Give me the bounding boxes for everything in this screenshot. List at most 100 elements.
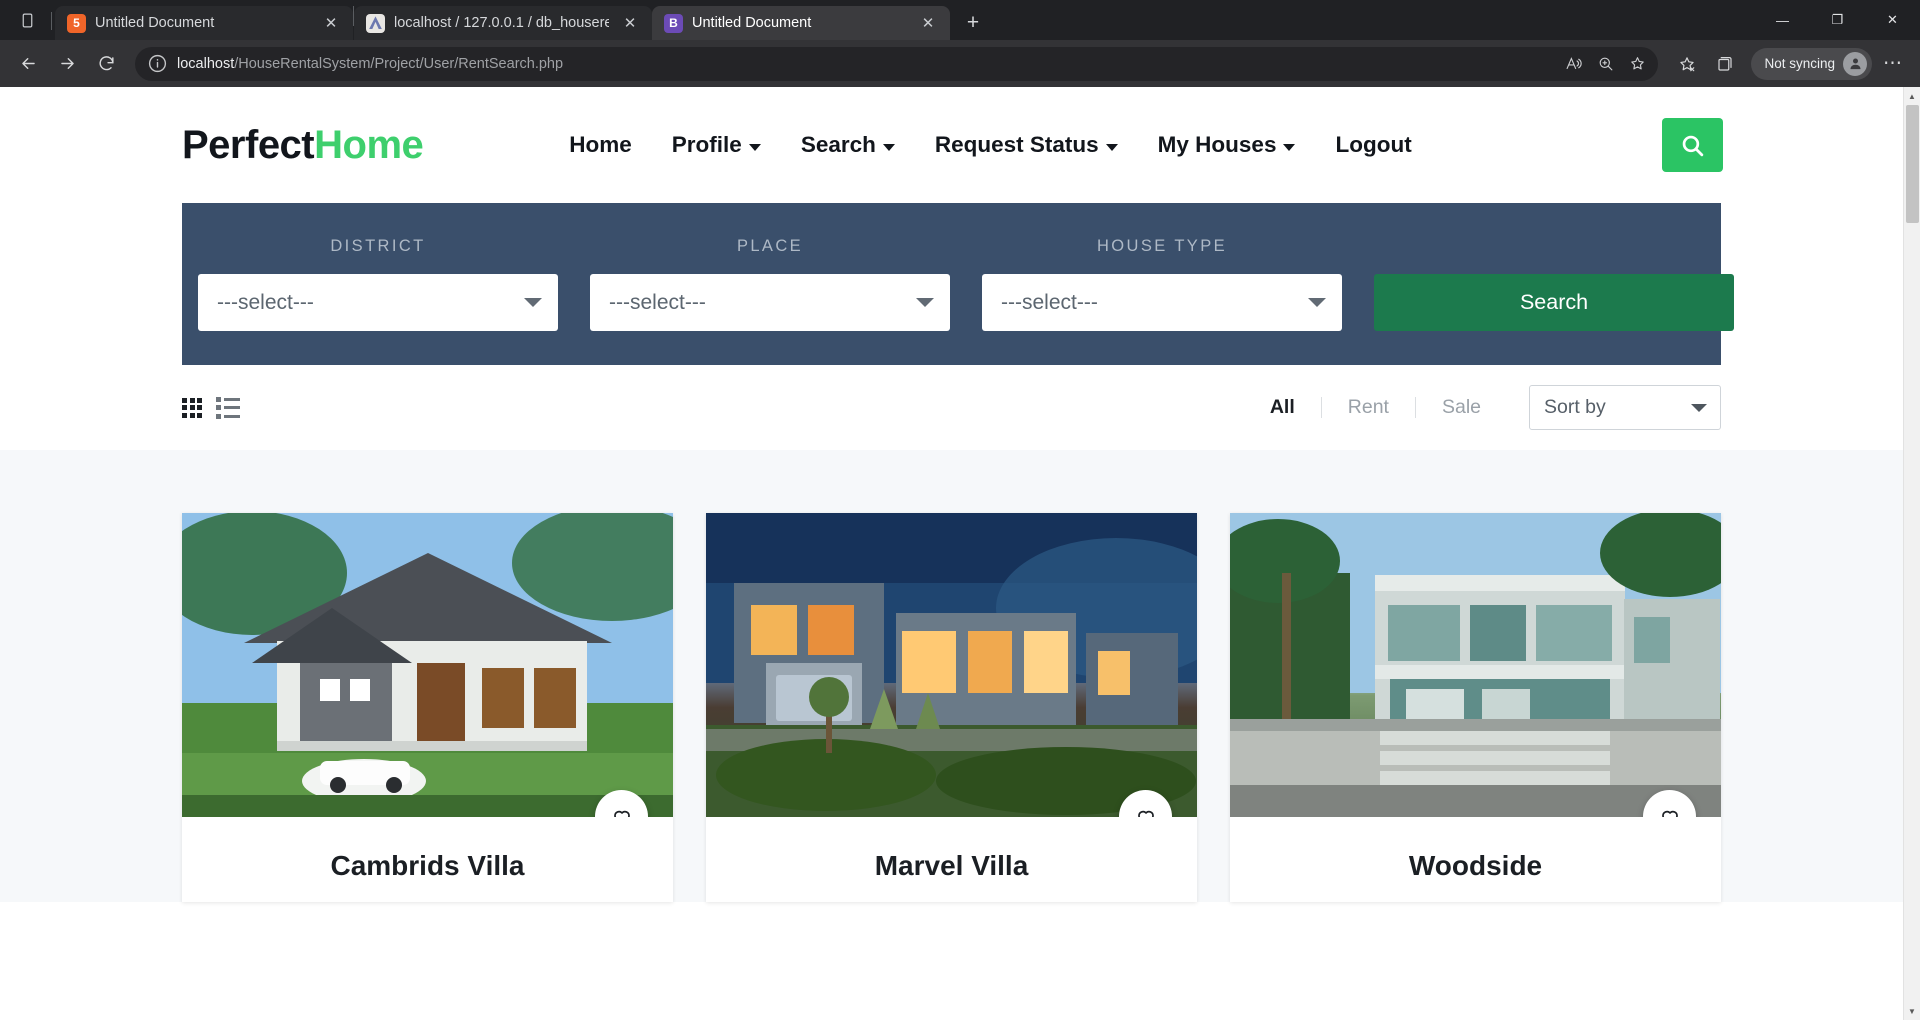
browser-tab-1[interactable]: 5 Untitled Document ✕ [55, 6, 353, 40]
tab-strip: 5 Untitled Document ✕ localhost / 127.0.… [0, 0, 1920, 40]
main-navigation: Home Profile Search Request Status My Ho… [569, 132, 1411, 158]
maximize-button[interactable]: ❐ [1810, 0, 1865, 40]
house-illustration [706, 513, 1197, 817]
filter-tab-sale[interactable]: Sale [1416, 396, 1507, 419]
property-card-body: Cambrids Villa [182, 817, 673, 902]
minimize-button[interactable]: — [1755, 0, 1810, 40]
address-bar[interactable]: localhost/HouseRentalSystem/Project/User… [135, 46, 1659, 81]
url-host: localhost [177, 55, 235, 72]
tab-search-icon[interactable] [6, 0, 48, 40]
property-title: Cambrids Villa [330, 850, 525, 881]
nav-label: Request Status [934, 132, 1099, 157]
address-bar-actions [1558, 49, 1652, 79]
filter-district: DISTRICT ---select--- [198, 237, 558, 331]
nav-label: Search [800, 132, 876, 157]
toolbar-actions: Not syncing ⋯ [1669, 46, 1910, 82]
view-mode-toggles [182, 396, 240, 419]
filter-label-house-type: HOUSE TYPE [1096, 237, 1228, 255]
browser-tab-2[interactable]: localhost / 127.0.0.1 / db_housere ✕ [354, 6, 652, 40]
close-window-button[interactable]: ✕ [1865, 0, 1920, 40]
browser-tab-3[interactable]: B Untitled Document ✕ [652, 6, 950, 40]
property-card[interactable]: Marvel Villa [706, 513, 1197, 902]
logo-part-1: Perfect [182, 122, 315, 167]
page-scrollbar[interactable]: ▲ ▼ [1903, 87, 1920, 1020]
scrollbar-track[interactable] [1904, 105, 1920, 1002]
browser-window: 5 Untitled Document ✕ localhost / 127.0.… [0, 0, 1920, 1020]
district-select-value: ---select--- [217, 290, 314, 314]
profile-sync-button[interactable]: Not syncing [1751, 47, 1872, 80]
tab-close-icon[interactable]: ✕ [319, 11, 343, 35]
browser-more-menu-icon[interactable]: ⋯ [1876, 47, 1910, 81]
grid-view-icon [182, 397, 202, 418]
nav-item-search[interactable]: Search [801, 132, 895, 158]
nav-label: Home [569, 132, 632, 157]
site-info-icon[interactable] [147, 53, 168, 74]
zoom-icon[interactable] [1590, 49, 1620, 79]
place-select-value: ---select--- [609, 290, 706, 314]
property-photo [1230, 513, 1721, 817]
house-type-select[interactable]: ---select--- [982, 274, 1342, 331]
filter-submit-wrapper: Search [1374, 237, 1734, 331]
chevron-down-icon [882, 143, 895, 151]
chevron-down-icon [1105, 143, 1118, 151]
new-tab-button[interactable]: + [956, 6, 990, 40]
property-card[interactable]: Woodside [1230, 513, 1721, 902]
read-aloud-icon[interactable] [1558, 49, 1588, 79]
property-title: Marvel Villa [874, 850, 1029, 881]
filter-tab-rent[interactable]: Rent [1322, 396, 1415, 419]
list-view-button[interactable] [216, 396, 240, 419]
favorites-icon[interactable] [1669, 46, 1705, 82]
sort-by-select[interactable]: Sort by [1529, 385, 1721, 430]
house-illustration [1230, 513, 1721, 817]
district-select[interactable]: ---select--- [198, 274, 558, 331]
tab-close-icon[interactable]: ✕ [916, 11, 940, 35]
house-type-select-value: ---select--- [1001, 290, 1098, 314]
search-icon [1682, 135, 1704, 156]
web-page: PerfectHome Home Profile Search Request … [0, 87, 1903, 1020]
html5-icon: 5 [67, 13, 86, 33]
scroll-up-arrow-icon[interactable]: ▲ [1904, 87, 1920, 105]
window-controls: — ❐ ✕ [1755, 0, 1920, 40]
nav-label: Profile [671, 132, 742, 157]
url-path: /HouseRentalSystem/Project/User/RentSear… [234, 55, 564, 72]
chevron-down-icon [1283, 143, 1296, 151]
add-favorite-icon[interactable] [1622, 49, 1652, 79]
tab-title: Untitled Document [692, 15, 812, 31]
reload-icon[interactable] [88, 46, 124, 82]
nav-item-request-status[interactable]: Request Status [935, 132, 1118, 158]
site-logo[interactable]: PerfectHome [182, 122, 424, 168]
search-panel-wrapper: DISTRICT ---select--- PLACE ---select--- [0, 203, 1903, 365]
avatar [1843, 51, 1867, 76]
search-submit-button[interactable]: Search [1374, 274, 1734, 331]
filter-tab-all[interactable]: All [1244, 396, 1321, 419]
nav-item-my-houses[interactable]: My Houses [1158, 132, 1296, 158]
url-text: localhost/HouseRentalSystem/Project/User… [177, 56, 1549, 72]
scroll-down-arrow-icon[interactable]: ▼ [1904, 1002, 1920, 1020]
filter-label-place: PLACE [736, 237, 804, 255]
nav-item-profile[interactable]: Profile [672, 132, 761, 158]
nav-item-home[interactable]: Home [569, 132, 632, 158]
property-card[interactable]: Cambrids Villa [182, 513, 673, 902]
grid-view-button[interactable] [182, 397, 202, 418]
chevron-down-icon [748, 143, 761, 151]
filter-place: PLACE ---select--- [590, 237, 950, 331]
back-arrow-icon[interactable] [10, 46, 46, 82]
scrollbar-thumb[interactable] [1905, 105, 1919, 223]
heart-icon [1137, 810, 1154, 817]
chevron-down-icon [524, 298, 542, 307]
property-card-body: Woodside [1230, 817, 1721, 902]
property-card-body: Marvel Villa [706, 817, 1197, 902]
browser-toolbar: localhost/HouseRentalSystem/Project/User… [0, 40, 1920, 87]
nav-item-logout[interactable]: Logout [1335, 132, 1411, 158]
tab-close-icon[interactable]: ✕ [618, 11, 642, 35]
header-search-button[interactable] [1662, 118, 1723, 172]
results-toolbar: All Rent Sale Sort by [0, 365, 1903, 450]
phpmyadmin-icon [366, 13, 385, 33]
nav-label: Logout [1335, 132, 1412, 157]
logo-part-2: Home [314, 122, 424, 167]
property-photo [706, 513, 1197, 817]
forward-arrow-icon[interactable] [49, 46, 85, 82]
place-select[interactable]: ---select--- [590, 274, 950, 331]
collections-icon[interactable] [1707, 46, 1743, 82]
bootstrap-icon: B [664, 13, 683, 33]
